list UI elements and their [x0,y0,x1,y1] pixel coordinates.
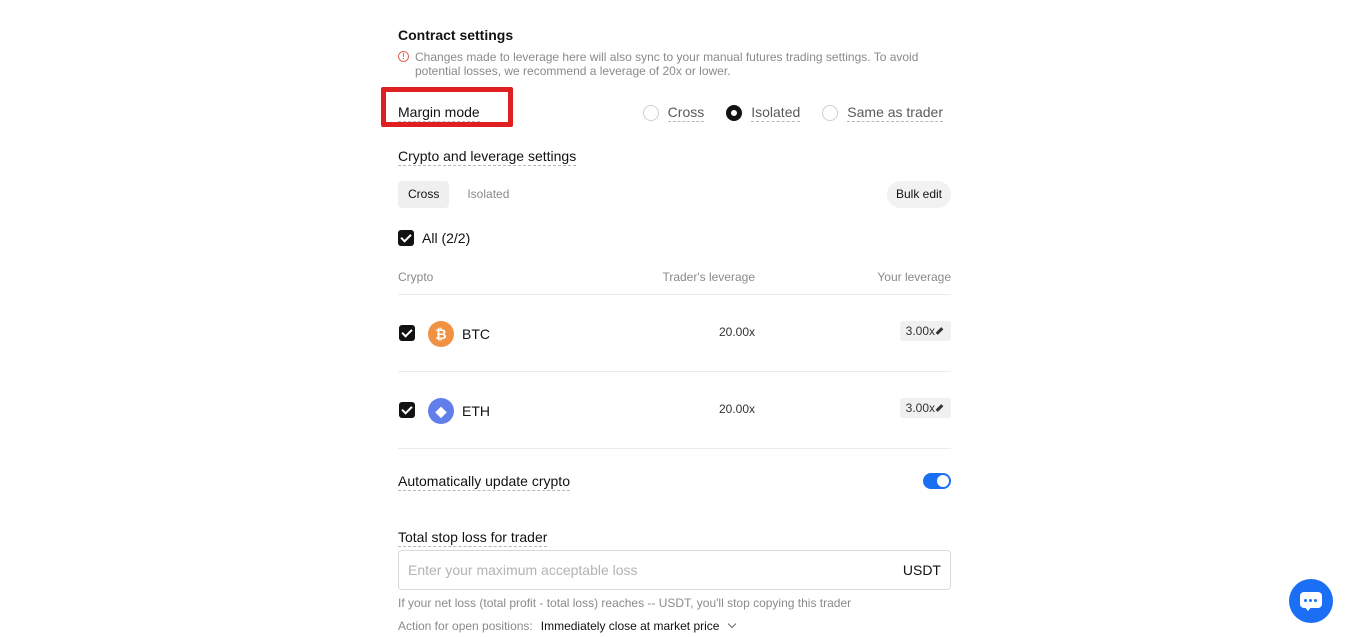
your-leverage-value: 3.00x [905,401,935,415]
crypto-leverage-label: Crypto and leverage settings [398,148,577,166]
action-dropdown[interactable]: Immediately close at market price [541,619,720,633]
pencil-icon[interactable] [937,327,945,335]
bitcoin-icon: ₿ [428,321,454,347]
radio-cross[interactable] [642,105,659,121]
annotation-highlight-box [381,87,513,127]
table-row: ◆ ETH 20.00x 3.00x [398,372,951,449]
row-checkbox-btc[interactable] [399,325,415,341]
select-all-label: All (2/2) [422,230,471,246]
column-your-leverage: Your leverage [877,270,951,284]
chat-bubble-icon [1300,592,1322,611]
select-all-checkbox[interactable] [398,230,414,246]
radio-same-as-trader[interactable] [822,105,839,121]
open-positions-action: Action for open positions: Immediately c… [398,619,737,633]
stop-loss-label: Total stop loss for trader [398,529,548,547]
trader-leverage-value: 20.00x [718,402,755,416]
margin-mode-radio-group: Cross Isolated Same as trader [621,104,943,122]
your-leverage-value: 3.00x [905,324,935,338]
tab-isolated[interactable]: Isolated [457,181,519,208]
trader-leverage-value: 20.00x [718,325,755,339]
crypto-symbol: BTC [462,326,490,342]
column-crypto: Crypto [398,270,434,284]
chevron-down-icon[interactable] [728,619,737,629]
chat-support-button[interactable] [1289,579,1333,623]
section-title: Contract settings [398,27,514,43]
margin-mode-cross[interactable]: Cross [642,104,705,122]
margin-mode-isolated[interactable]: Isolated [726,104,801,122]
stop-loss-hint: If your net loss (total profit - total l… [398,596,852,610]
your-leverage-edit[interactable]: 3.00x [899,321,951,341]
radio-isolated[interactable] [726,105,743,121]
action-label: Action for open positions: [398,619,533,633]
tab-cross[interactable]: Cross [398,181,450,208]
stop-loss-unit: USDT [902,562,941,578]
auto-update-toggle[interactable] [923,473,951,489]
your-leverage-edit[interactable]: 3.00x [899,398,951,418]
column-trader-leverage: Trader's leverage [662,270,755,284]
row-checkbox-eth[interactable] [399,402,415,418]
crypto-symbol: ETH [462,403,490,419]
margin-tabs: Cross Isolated [398,181,527,208]
margin-mode-same-as-trader[interactable]: Same as trader [822,104,943,122]
auto-update-label: Automatically update crypto [398,473,570,491]
stop-loss-field[interactable]: USDT [398,550,951,590]
pencil-icon[interactable] [937,404,945,412]
table-header: Crypto Trader's leverage Your leverage [398,270,951,295]
select-all-row[interactable]: All (2/2) [398,230,470,246]
table-row: ₿ BTC 20.00x 3.00x [398,295,951,372]
warning-text: Changes made to leverage here will also … [415,50,919,78]
bulk-edit-button[interactable]: Bulk edit [886,181,951,208]
leverage-warning: ! Changes made to leverage here will als… [398,50,951,78]
stop-loss-input[interactable] [408,562,903,578]
ethereum-icon: ◆ [428,398,454,424]
info-circle-icon: ! [398,51,409,62]
